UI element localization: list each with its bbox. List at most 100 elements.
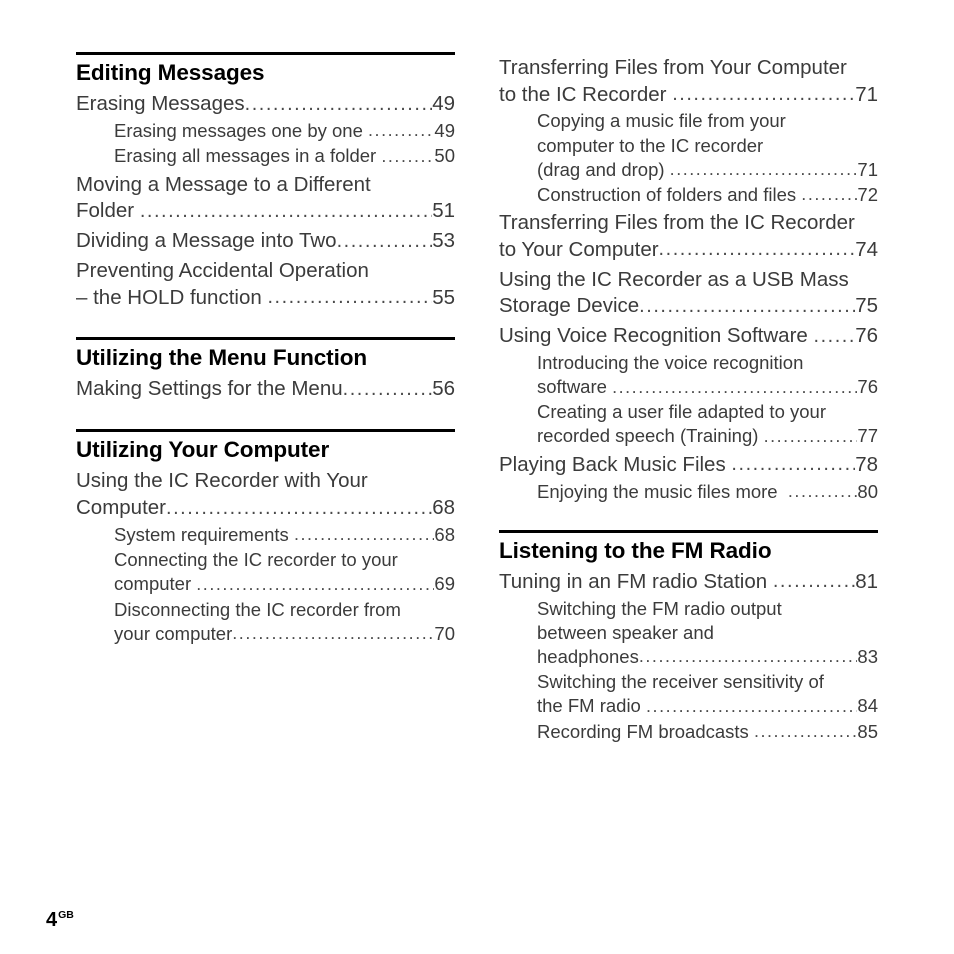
toc-entry-line: to the IC Recorder .....................… — [499, 82, 878, 109]
toc-entry-page-number: 68 — [432, 496, 455, 520]
toc-entry-lines: Disconnecting the IC recorder from your c… — [114, 598, 455, 646]
toc-entry[interactable]: Creating a user file adapted to your reco… — [499, 400, 878, 448]
toc-entry-title: Erasing Messages — [76, 92, 245, 116]
toc-entry-title: Disconnecting the IC recorder from — [114, 598, 401, 620]
toc-entry-title: Creating a user file adapted to your — [537, 401, 826, 423]
toc-entry-line: Using Voice Recognition Software .......… — [499, 323, 878, 350]
toc-section: Listening to the FM Radio Tuning in an FM… — [499, 529, 878, 744]
toc-entry-title: System requirements — [114, 523, 294, 545]
toc-entry-page-number: 69 — [434, 573, 455, 595]
toc-entry-lines: Erasing Messages........................… — [76, 91, 455, 118]
toc-entry-page-number: 75 — [855, 294, 878, 318]
toc-entry-title: Connecting the IC recorder to your — [114, 549, 398, 571]
toc-entry[interactable]: Switching the FM radio output between spe… — [499, 597, 878, 669]
toc-entry[interactable]: Switching the receiver sensitivity of the… — [499, 670, 878, 718]
toc-entry-lines: Tuning in an FM radio Station ..........… — [499, 569, 878, 596]
left-column: Editing Messages Erasing Messages........… — [76, 52, 455, 744]
dot-leader: ........................................… — [638, 646, 858, 667]
toc-entry-line: Folder .................................… — [76, 198, 455, 225]
dot-leader: ........................................… — [658, 238, 856, 261]
dot-leader: ........................................… — [763, 425, 858, 446]
toc-entry-line: headphones..............................… — [537, 645, 878, 669]
toc-entry-title: headphones — [537, 645, 639, 667]
toc-entry-line: (drag and drop) ........................… — [537, 158, 878, 182]
toc-entry-page-number: 56 — [432, 377, 455, 401]
toc-entry-title: Transferring Files from the IC Recorder — [499, 211, 855, 235]
section-title: Utilizing Your Computer — [76, 437, 330, 463]
toc-entry-line: recorded speech (Training) .............… — [537, 424, 878, 448]
toc-entry-title: recorded speech (Training) — [537, 425, 764, 447]
toc-entry[interactable]: Disconnecting the IC recorder from your c… — [76, 598, 455, 646]
toc-entry-page-number: 74 — [855, 237, 878, 261]
toc-entry-title: Erasing all messages in a folder — [114, 145, 382, 167]
toc-entry-line: between speaker and — [537, 621, 878, 645]
toc-entry-lines: Moving a Message to a Different Folder ..… — [76, 172, 455, 225]
toc-entry-title: Construction of folders and files — [537, 183, 802, 205]
toc-entry-title: Making Settings for the Menu — [76, 377, 343, 401]
toc-entry-title: Moving a Message to a Different — [76, 172, 371, 196]
toc-entry[interactable]: Recording FM broadcasts ................… — [499, 720, 878, 744]
toc-entry[interactable]: Using the IC Recorder with Your Computer.… — [76, 468, 455, 521]
toc-entry[interactable]: Playing Back Music Files ...............… — [499, 452, 878, 479]
toc-entry[interactable]: Moving a Message to a Different Folder ..… — [76, 172, 455, 225]
toc-entry-page-number: 55 — [432, 285, 455, 309]
page-number: 4 — [46, 909, 58, 931]
toc-entry-page-number: 85 — [857, 720, 878, 742]
toc-entry-lines: Playing Back Music Files ...............… — [499, 452, 878, 479]
dot-leader: ........................................… — [139, 199, 432, 222]
dot-leader: ........................................… — [368, 120, 434, 141]
dot-leader: ........................................… — [731, 453, 856, 476]
toc-entry[interactable]: Preventing Accidental Operation – the HOL… — [76, 258, 455, 311]
right-column: Transferring Files from Your Computer to … — [499, 52, 878, 744]
dot-leader: ........................................… — [267, 286, 433, 309]
toc-entry-title: Copying a music file from your — [537, 110, 786, 132]
toc-entry-line: Erasing all messages in a folder .......… — [114, 144, 455, 168]
toc-entry-line: Storage Device..........................… — [499, 293, 878, 320]
toc-entry[interactable]: Connecting the IC recorder to your comput… — [76, 548, 455, 596]
toc-entry-line: Preventing Accidental Operation — [76, 258, 455, 285]
toc-section: Utilizing Your Computer Using the IC Reco… — [76, 429, 455, 646]
dot-leader: ........................................… — [672, 83, 855, 106]
toc-entry-lines: Using the IC Recorder with Your Computer.… — [76, 468, 455, 521]
toc-entry-line: Erasing messages one by one ............… — [114, 119, 455, 143]
toc-entry[interactable]: Erasing all messages in a folder .......… — [76, 144, 455, 168]
toc-entry-line: Using the IC Recorder with Your — [76, 468, 455, 495]
toc-section: Editing Messages Erasing Messages........… — [76, 52, 455, 311]
toc-entry[interactable]: Transferring Files from Your Computer to … — [499, 55, 878, 108]
toc-entry[interactable]: Making Settings for the Menu............… — [76, 376, 455, 403]
toc-entry[interactable]: Transferring Files from the IC Recorder t… — [499, 210, 878, 263]
toc-entry[interactable]: Introducing the voice recognition softwar… — [499, 351, 878, 399]
toc-entry-page-number: 77 — [857, 425, 878, 447]
toc-entry[interactable]: Erasing Messages........................… — [76, 91, 455, 118]
toc-entry-page-number: 71 — [857, 158, 878, 180]
toc-entry-page-number: 51 — [432, 199, 455, 223]
toc-entry-lines: Construction of folders and files ......… — [537, 183, 878, 207]
toc-entry-title: Using the IC Recorder as a USB Mass — [499, 267, 849, 291]
dot-leader: ........................................… — [336, 229, 433, 252]
toc-entry-line: – the HOLD function ....................… — [76, 285, 455, 312]
toc-entry-page-number: 83 — [857, 645, 878, 667]
toc-entry[interactable]: Enjoying the music files more ..........… — [499, 480, 878, 504]
toc-entry[interactable]: Construction of folders and files ......… — [499, 183, 878, 207]
toc-entry[interactable]: Using the IC Recorder as a USB Mass Stora… — [499, 267, 878, 320]
toc-entry-lines: Erasing messages one by one ............… — [114, 119, 455, 143]
toc-entry-title: Computer — [76, 496, 167, 520]
toc-entry-page-number: 49 — [434, 119, 455, 141]
toc-entry-lines: Introducing the voice recognition softwar… — [537, 351, 878, 399]
dot-leader: ........................................… — [612, 376, 857, 397]
toc-entry[interactable]: Tuning in an FM radio Station ..........… — [499, 569, 878, 596]
toc-entry-line: Transferring Files from the IC Recorder — [499, 210, 878, 237]
dot-leader: ........................................… — [753, 721, 857, 742]
toc-entry[interactable]: System requirements ....................… — [76, 523, 455, 547]
toc-entry-title: Playing Back Music Files — [499, 452, 732, 476]
toc-entry[interactable]: Using Voice Recognition Software .......… — [499, 323, 878, 350]
toc-entry[interactable]: Dividing a Message into Two.............… — [76, 228, 455, 255]
toc-entry-lines: System requirements ....................… — [114, 523, 455, 547]
toc-entry-lines: Enjoying the music files more ..........… — [537, 480, 878, 504]
dot-leader: ........................................… — [381, 145, 434, 166]
toc-entry[interactable]: Erasing messages one by one ............… — [76, 119, 455, 143]
section-rule — [76, 52, 455, 55]
toc-entry-page-number: 72 — [857, 183, 878, 205]
toc-entry-lines: Preventing Accidental Operation – the HOL… — [76, 258, 455, 311]
toc-entry[interactable]: Copying a music file from your computer t… — [499, 109, 878, 181]
